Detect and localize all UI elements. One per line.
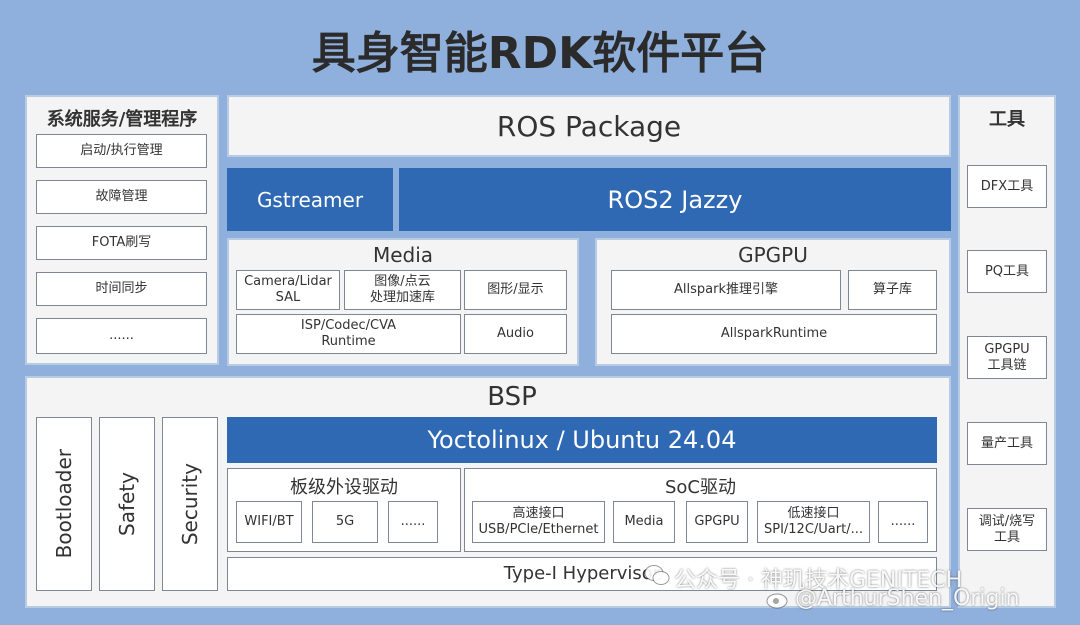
watermark-line2: @ArthurShen_Origin — [795, 586, 1020, 611]
tool-dfx: DFX工具 — [967, 165, 1047, 208]
tool-pq: PQ工具 — [967, 250, 1047, 293]
low-speed-interface-driver: 低速接口 SPI/12C/Uart/... — [757, 501, 870, 543]
gstreamer-block: Gstreamer — [227, 168, 393, 231]
ros2-jazzy-block: ROS2 Jazzy — [399, 168, 951, 231]
wechat-icon — [644, 564, 670, 586]
bootloader-label: Bootloader — [52, 449, 76, 559]
wifi-bt-driver: WIFI/BT — [236, 501, 302, 543]
os-block: Yoctolinux / Ubuntu 24.04 — [227, 417, 937, 463]
security-label: Security — [178, 462, 202, 546]
tool-debug-flash: 调试/烧写 工具 — [967, 508, 1047, 551]
gpgpu-title: GPGPU — [738, 243, 808, 267]
soc-media-driver: Media — [613, 501, 675, 543]
bootloader-block: Bootloader — [36, 417, 92, 591]
graphics-display: 图形/显示 — [464, 270, 567, 310]
soc-gpgpu-driver: GPGPU — [686, 501, 748, 543]
tools-title: 工具 — [989, 109, 1025, 130]
image-pointcloud-accel-lib: 图像/点云 处理加速库 — [344, 270, 461, 310]
weibo-icon — [765, 588, 791, 610]
allspark-runtime: AllsparkRuntime — [611, 314, 937, 354]
board-drivers-title: 板级外设驱动 — [290, 477, 398, 498]
media-title: Media — [372, 243, 434, 267]
tool-mass-production: 量产工具 — [967, 422, 1047, 465]
high-speed-interface-driver: 高速接口 USB/PCle/Ethernet — [472, 501, 605, 543]
soc-drivers-title: SoC驱动 — [664, 477, 736, 498]
service-more: ...... — [36, 318, 207, 354]
system-services-title: 系统服务/管理程序 — [46, 109, 198, 130]
service-time-sync: 时间同步 — [36, 272, 207, 306]
allspark-inference-engine: Allspark推理引擎 — [611, 270, 841, 310]
camera-lidar-sal: Camera/Lidar SAL — [236, 270, 340, 310]
service-startup-management: 启动/执行管理 — [36, 134, 207, 168]
service-fota-flashing: FOTA刷写 — [36, 226, 207, 260]
safety-block: Safety — [99, 417, 155, 591]
bsp-title: BSP — [487, 382, 537, 412]
diagram-canvas: 具身智能RDK软件平台 系统服务/管理程序 启动/执行管理 故障管理 FOTA刷… — [0, 0, 1080, 625]
service-fault-management: 故障管理 — [36, 180, 207, 214]
tool-gpgpu-toolchain: GPGPU 工具链 — [967, 336, 1047, 379]
security-block: Security — [162, 417, 218, 591]
isp-codec-cva-runtime: ISP/Codec/CVA Runtime — [236, 314, 461, 354]
soc-driver-more: ...... — [878, 501, 928, 543]
safety-label: Safety — [115, 472, 139, 536]
page-title: 具身智能RDK软件平台 — [311, 28, 769, 79]
audio-block: Audio — [464, 314, 567, 354]
operator-library: 算子库 — [848, 270, 937, 310]
ros-package-block: ROS Package — [227, 95, 951, 157]
5g-driver: 5G — [312, 501, 378, 543]
board-driver-more: ...... — [388, 501, 438, 543]
